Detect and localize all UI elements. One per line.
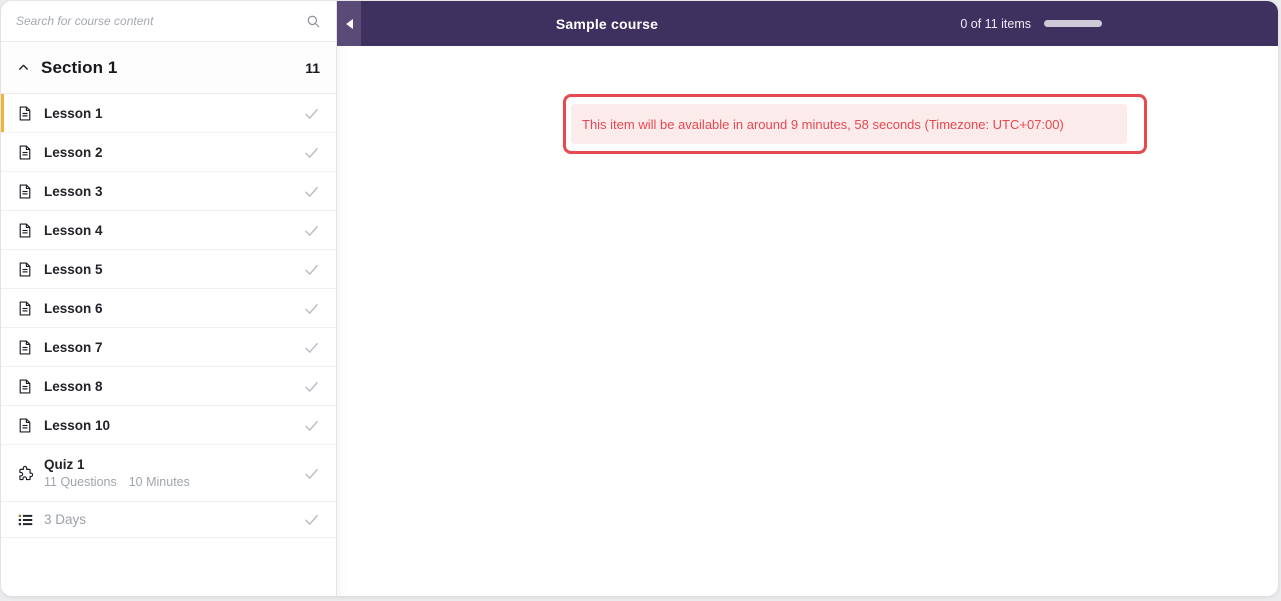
alert-text: This item will be available in around 9 …: [582, 117, 1064, 132]
progress-indicator: 0 of 11 items: [960, 1, 1102, 46]
left-triangle-icon: [346, 19, 353, 29]
item-label: Lesson 10: [44, 418, 110, 433]
checkmark-icon: [302, 299, 320, 317]
sidebar-item-lesson-6[interactable]: Lesson 6: [1, 289, 336, 328]
item-meta: 10 Minutes: [129, 475, 190, 489]
item-label: Lesson 4: [44, 223, 103, 238]
availability-alert: This item will be available in around 9 …: [571, 104, 1127, 144]
document-icon: [17, 261, 33, 277]
item-label: Lesson 1: [44, 106, 103, 121]
page-background: Section 1 11 Lesson 1 Lesson 2 Lesson 3: [0, 0, 1281, 601]
section-header[interactable]: Section 1 11: [1, 42, 336, 94]
checkmark-icon: [302, 143, 320, 161]
checkmark-icon: [302, 104, 320, 122]
search-input[interactable]: [16, 14, 304, 28]
list-icon: [17, 512, 33, 528]
sidebar-item-3-days[interactable]: 3 Days: [1, 502, 336, 538]
checkmark-icon: [302, 182, 320, 200]
course-player-window: Section 1 11 Lesson 1 Lesson 2 Lesson 3: [1, 1, 1278, 596]
course-header: Sample course 0 of 11 items: [337, 1, 1278, 46]
document-icon: [17, 183, 33, 199]
progress-bar: [1044, 20, 1102, 27]
document-icon: [17, 105, 33, 121]
main-content: Sample course 0 of 11 items This item wi…: [337, 1, 1278, 596]
document-icon: [17, 144, 33, 160]
search-icon[interactable]: [304, 12, 322, 30]
checkmark-icon: [302, 338, 320, 356]
sidebar-item-lesson-4[interactable]: Lesson 4: [1, 211, 336, 250]
highlight-annotation-box: This item will be available in around 9 …: [563, 94, 1147, 154]
chevron-up-icon: [17, 61, 30, 74]
puzzle-icon: [17, 465, 33, 481]
document-icon: [17, 339, 33, 355]
sidebar-item-lesson-7[interactable]: Lesson 7: [1, 328, 336, 367]
course-title: Sample course: [556, 1, 658, 46]
sidebar-item-lesson-8[interactable]: Lesson 8: [1, 367, 336, 406]
item-meta-row: 11 Questions 10 Minutes: [44, 475, 190, 489]
content-area: This item will be available in around 9 …: [337, 46, 1278, 596]
sidebar-item-lesson-1[interactable]: Lesson 1: [1, 94, 336, 133]
item-label: Quiz 1: [44, 457, 190, 472]
checkmark-icon: [302, 464, 320, 482]
course-content-sidebar: Section 1 11 Lesson 1 Lesson 2 Lesson 3: [1, 1, 337, 596]
sidebar-item-lesson-3[interactable]: Lesson 3: [1, 172, 336, 211]
search-bar: [1, 1, 336, 42]
sidebar-item-quiz-1[interactable]: Quiz 1 11 Questions 10 Minutes: [1, 445, 336, 502]
progress-label: 0 of 11 items: [960, 17, 1031, 31]
item-label: 3 Days: [44, 512, 86, 527]
checkmark-icon: [302, 260, 320, 278]
item-label: Lesson 6: [44, 301, 103, 316]
sidebar-item-lesson-5[interactable]: Lesson 5: [1, 250, 336, 289]
checkmark-icon: [302, 416, 320, 434]
item-label: Lesson 5: [44, 262, 103, 277]
sidebar-item-lesson-10[interactable]: Lesson 10: [1, 406, 336, 445]
sidebar-item-lesson-2[interactable]: Lesson 2: [1, 133, 336, 172]
checkmark-icon: [302, 511, 320, 529]
document-icon: [17, 300, 33, 316]
item-label: Lesson 3: [44, 184, 103, 199]
document-icon: [17, 417, 33, 433]
section-title: Section 1: [41, 58, 117, 78]
section-item-count: 11: [305, 60, 320, 76]
item-label: Lesson 8: [44, 379, 103, 394]
collapse-sidebar-button[interactable]: [337, 1, 361, 46]
checkmark-icon: [302, 221, 320, 239]
document-icon: [17, 378, 33, 394]
document-icon: [17, 222, 33, 238]
lesson-list: Lesson 1 Lesson 2 Lesson 3 Lesson 4 Less: [1, 94, 336, 596]
checkmark-icon: [302, 377, 320, 395]
item-label: Lesson 2: [44, 145, 103, 160]
item-label: Lesson 7: [44, 340, 103, 355]
item-meta: 11 Questions: [44, 475, 117, 489]
